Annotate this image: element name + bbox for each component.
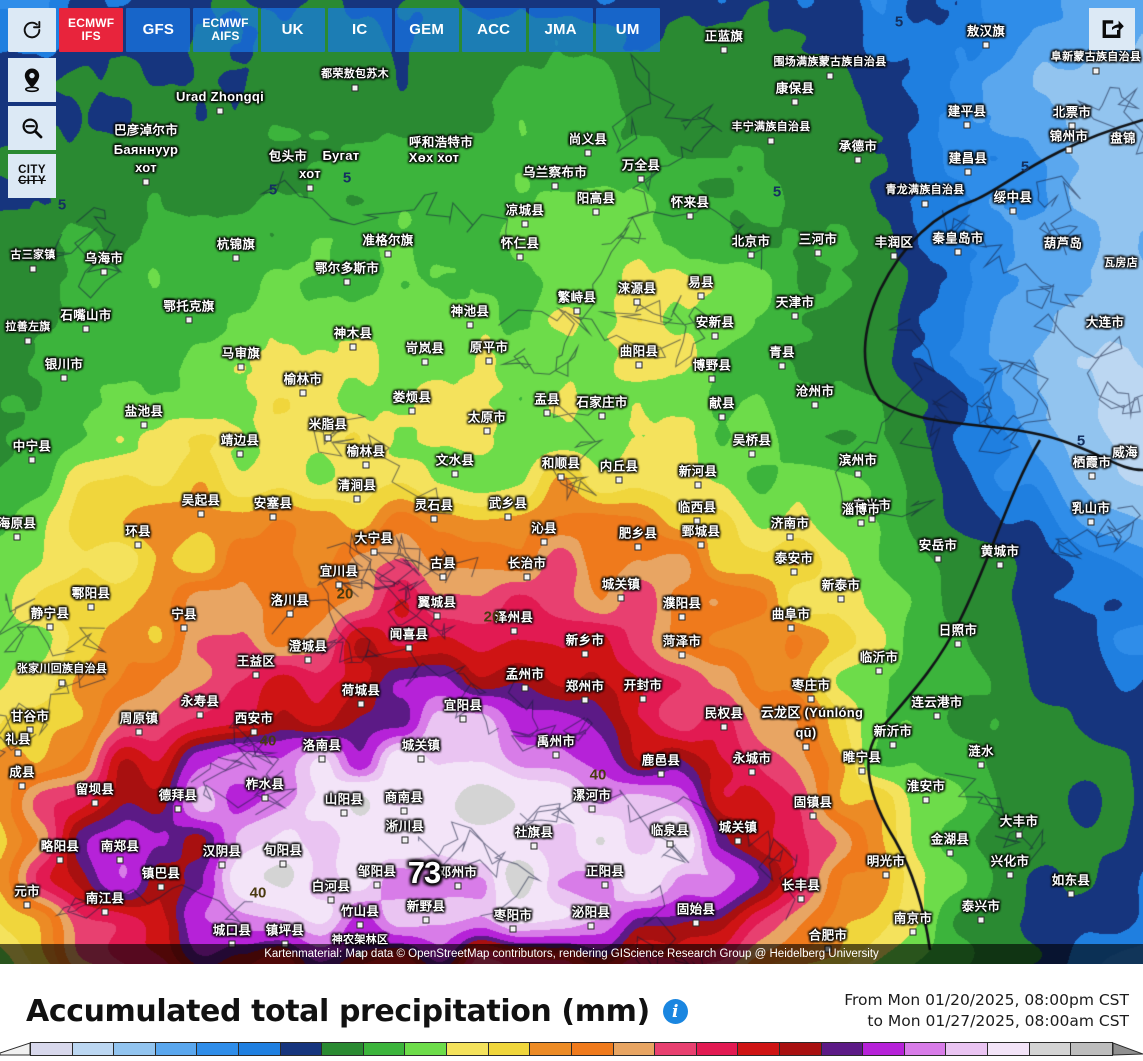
- legend-swatch-21[interactable]: [904, 1043, 947, 1055]
- model-tab-label: ECMWF: [202, 15, 249, 30]
- legend-swatch-9[interactable]: [405, 1043, 448, 1055]
- share-button[interactable]: [1089, 8, 1135, 50]
- refresh-icon: [23, 20, 41, 39]
- legend-right-cap: [1112, 1042, 1143, 1056]
- map-attribution: Kartenmaterial: Map data © OpenStreetMap…: [0, 944, 1143, 964]
- legend-swatch-0[interactable]: [31, 1043, 73, 1055]
- model-tab-gfs[interactable]: GFS: [126, 8, 191, 52]
- legend-swatch-8[interactable]: [363, 1043, 406, 1055]
- share-icon: [1102, 20, 1124, 38]
- legend-swatches[interactable]: [30, 1042, 1113, 1056]
- map-tools-sidebar[interactable]: CITY CITY: [8, 58, 56, 202]
- legend-swatch-5[interactable]: [239, 1043, 281, 1055]
- legend-swatch-16[interactable]: [696, 1043, 739, 1055]
- legend-swatch-6[interactable]: [280, 1043, 323, 1055]
- model-tab-label: UM: [615, 21, 640, 39]
- model-tab-ecmwf-aifs[interactable]: ECMWF AIFS: [193, 8, 258, 52]
- model-tab-label: UK: [281, 21, 304, 39]
- legend-swatch-25[interactable]: [1071, 1043, 1112, 1055]
- location-pin-button[interactable]: [8, 58, 56, 102]
- model-tab-gem[interactable]: GEM: [394, 8, 459, 52]
- model-tab-label: IC: [351, 21, 368, 39]
- model-tab-label: GFS: [142, 21, 175, 39]
- legend-swatch-14[interactable]: [613, 1043, 656, 1055]
- legend-swatch-23[interactable]: [988, 1043, 1030, 1055]
- page-title: Accumulated total precipitation (mm): [26, 994, 650, 1029]
- model-selector-tabs[interactable]: ECMWF IFS GFS ECMWF AIFS UK IC GEM ACC JMA UM: [8, 8, 663, 52]
- precipitation-color-legend[interactable]: [0, 1042, 1143, 1056]
- model-tab-ecmwf-ifs[interactable]: ECMWF IFS: [59, 8, 124, 52]
- location-pin-icon: [24, 68, 40, 93]
- legend-swatch-20[interactable]: [863, 1043, 905, 1055]
- legend-swatch-2[interactable]: [114, 1043, 156, 1055]
- model-tab-label: ECMWF: [68, 15, 115, 30]
- legend-swatch-10[interactable]: [447, 1043, 489, 1055]
- zoom-out-icon: [22, 118, 43, 139]
- legend-swatch-1[interactable]: [72, 1043, 115, 1055]
- zoom-out-button[interactable]: [8, 106, 56, 150]
- model-tab-label: JMA: [544, 21, 577, 39]
- title-row: Accumulated total precipitation (mm) i: [26, 994, 688, 1029]
- forecast-date-range: From Mon 01/20/2025, 08:00pm CST to Mon …: [844, 990, 1129, 1032]
- model-tab-jma[interactable]: JMA: [528, 8, 593, 52]
- model-tab-um[interactable]: UM: [595, 8, 660, 52]
- legend-swatch-19[interactable]: [821, 1043, 864, 1055]
- info-icon[interactable]: i: [662, 999, 688, 1024]
- legend-swatch-17[interactable]: [738, 1043, 780, 1055]
- city-toggle-label-bottom: CITY: [18, 175, 46, 187]
- model-tab-label-2: IFS: [81, 29, 101, 43]
- model-tab-label-2: AIFS: [211, 29, 240, 43]
- legend-swatch-3[interactable]: [155, 1043, 198, 1055]
- legend-swatch-22[interactable]: [946, 1043, 989, 1055]
- city-label-toggle-button[interactable]: CITY CITY: [8, 154, 56, 198]
- refresh-button[interactable]: [8, 8, 56, 52]
- legend-swatch-7[interactable]: [322, 1043, 364, 1055]
- model-tab-acc[interactable]: ACC: [461, 8, 526, 52]
- legend-swatch-11[interactable]: [488, 1043, 531, 1055]
- legend-swatch-15[interactable]: [655, 1043, 697, 1055]
- legend-swatch-24[interactable]: [1029, 1043, 1072, 1055]
- model-tab-label: GEM: [409, 21, 445, 39]
- legend-swatch-18[interactable]: [779, 1043, 822, 1055]
- model-tab-uk[interactable]: UK: [260, 8, 325, 52]
- weather-map[interactable]: 正蓝旗 敖汉旗 阜新蒙古族自治县 围场满族蒙古族自治县 康保县 都荣敖包苏木 Urad Zh…: [0, 0, 1143, 964]
- legend-swatch-13[interactable]: [571, 1043, 614, 1055]
- date-from: From Mon 01/20/2025, 08:00pm CST: [844, 991, 1129, 1009]
- model-tab-ic[interactable]: IC: [327, 8, 392, 52]
- legend-swatch-4[interactable]: [197, 1043, 240, 1055]
- legend-swatch-12[interactable]: [530, 1043, 572, 1055]
- date-to: to Mon 01/27/2025, 08:00am CST: [867, 1011, 1129, 1030]
- legend-left-cap: [0, 1042, 31, 1056]
- precipitation-raster: [0, 0, 1143, 964]
- model-tab-label: ACC: [477, 21, 511, 39]
